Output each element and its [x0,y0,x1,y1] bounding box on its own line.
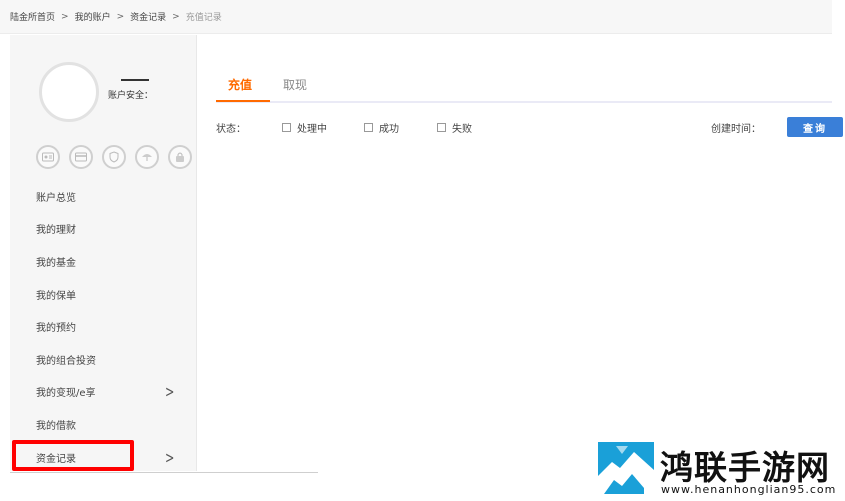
shield-icon[interactable] [102,145,126,169]
query-button[interactable]: 查询 [787,117,843,137]
sidebar-item-overview[interactable]: 账户总览 [10,180,197,213]
checkbox-box[interactable] [437,123,446,132]
tab-bar: 充值 取现 [216,67,832,103]
breadcrumb-separator: > [61,11,69,22]
checkbox-label: 失败 [452,124,472,135]
tab-recharge[interactable]: 充值 [228,76,252,93]
sidebar-item-label: 我的基金 [36,257,76,269]
sidebar-item-label: 我的借款 [36,420,76,432]
avatar[interactable] [39,62,99,122]
created-time-label: 创建时间： [711,124,761,135]
breadcrumb-home-link[interactable]: 陆金所首页 [10,10,55,23]
breadcrumb-account-link[interactable]: 我的账户 [75,10,111,23]
security-icon-row [36,145,192,169]
breadcrumb-current: 充值记录 [185,13,222,23]
sidebar-item-label: 账户总览 [36,192,76,204]
sidebar-item-insurance[interactable]: 我的保单 [10,278,197,311]
breadcrumb-separator: > [116,11,125,22]
divider [10,472,318,473]
watermark-url: www.henanhonglian95.com [661,483,837,496]
sidebar-item-portfolio[interactable]: 我的组合投资 [10,343,197,376]
checkbox-box[interactable] [282,123,291,132]
chevron-right-icon: > [165,382,175,402]
status-label: 状态： [216,124,246,135]
umbrella-icon[interactable] [135,145,159,169]
status-failed-checkbox[interactable]: 失败 [437,120,472,135]
watermark-logo [598,442,654,494]
sidebar-item-label: 我的保单 [36,290,76,302]
breadcrumb: 陆金所首页 > 我的账户 > 资金记录 > 充值记录 [0,0,832,34]
tab-withdraw[interactable]: 取现 [283,76,307,93]
sidebar-item-loans[interactable]: 我的借款 [10,408,197,441]
breadcrumb-funds-link[interactable]: 资金记录 [130,10,166,23]
id-card-icon[interactable] [36,145,60,169]
checkbox-label: 成功 [379,124,399,135]
sidebar-item-funds[interactable]: 我的基金 [10,245,197,278]
sidebar-item-reservations[interactable]: 我的预约 [10,310,197,343]
active-tab-indicator [216,100,270,102]
sidebar-item-label: 我的理财 [36,225,76,237]
sidebar-item-label: 我的预约 [36,323,76,335]
status-success-checkbox[interactable]: 成功 [364,120,399,135]
lock-icon[interactable] [168,145,192,169]
sidebar-item-label: 我的组合投资 [36,355,96,367]
highlight-box [12,440,134,471]
bank-card-icon[interactable] [69,145,93,169]
sidebar-nav: 账户总览 我的理财 我的基金 我的保单 我的预约 我的组合投资 我的变现/e享 … [10,180,197,473]
username-placeholder [121,79,149,81]
watermark: 鸿联手游网 www.henanhonglian95.com [598,440,838,496]
breadcrumb-separator: > [172,11,180,22]
status-processing-checkbox[interactable]: 处理中 [282,120,327,135]
main-content: 充值 取现 状态： 处理中 成功 失败 创建时间： 查询 [198,35,843,471]
account-security-label: 账户安全： [108,91,154,101]
filter-bar: 状态： 处理中 成功 失败 创建时间： 查询 [216,117,843,139]
sidebar-item-label: 我的变现/e享 [36,388,96,400]
sidebar: 账户安全： 账户总览 我的理财 我的基金 我的保单 我的预约 我的组合投资 我的… [10,35,197,471]
watermark-title: 鸿联手游网 [660,448,830,487]
sidebar-item-liquidation[interactable]: 我的变现/e享 > [10,376,197,409]
chevron-right-icon: > [165,447,175,467]
sidebar-item-wealth[interactable]: 我的理财 [10,213,197,246]
checkbox-box[interactable] [364,123,373,132]
checkbox-label: 处理中 [297,124,327,135]
